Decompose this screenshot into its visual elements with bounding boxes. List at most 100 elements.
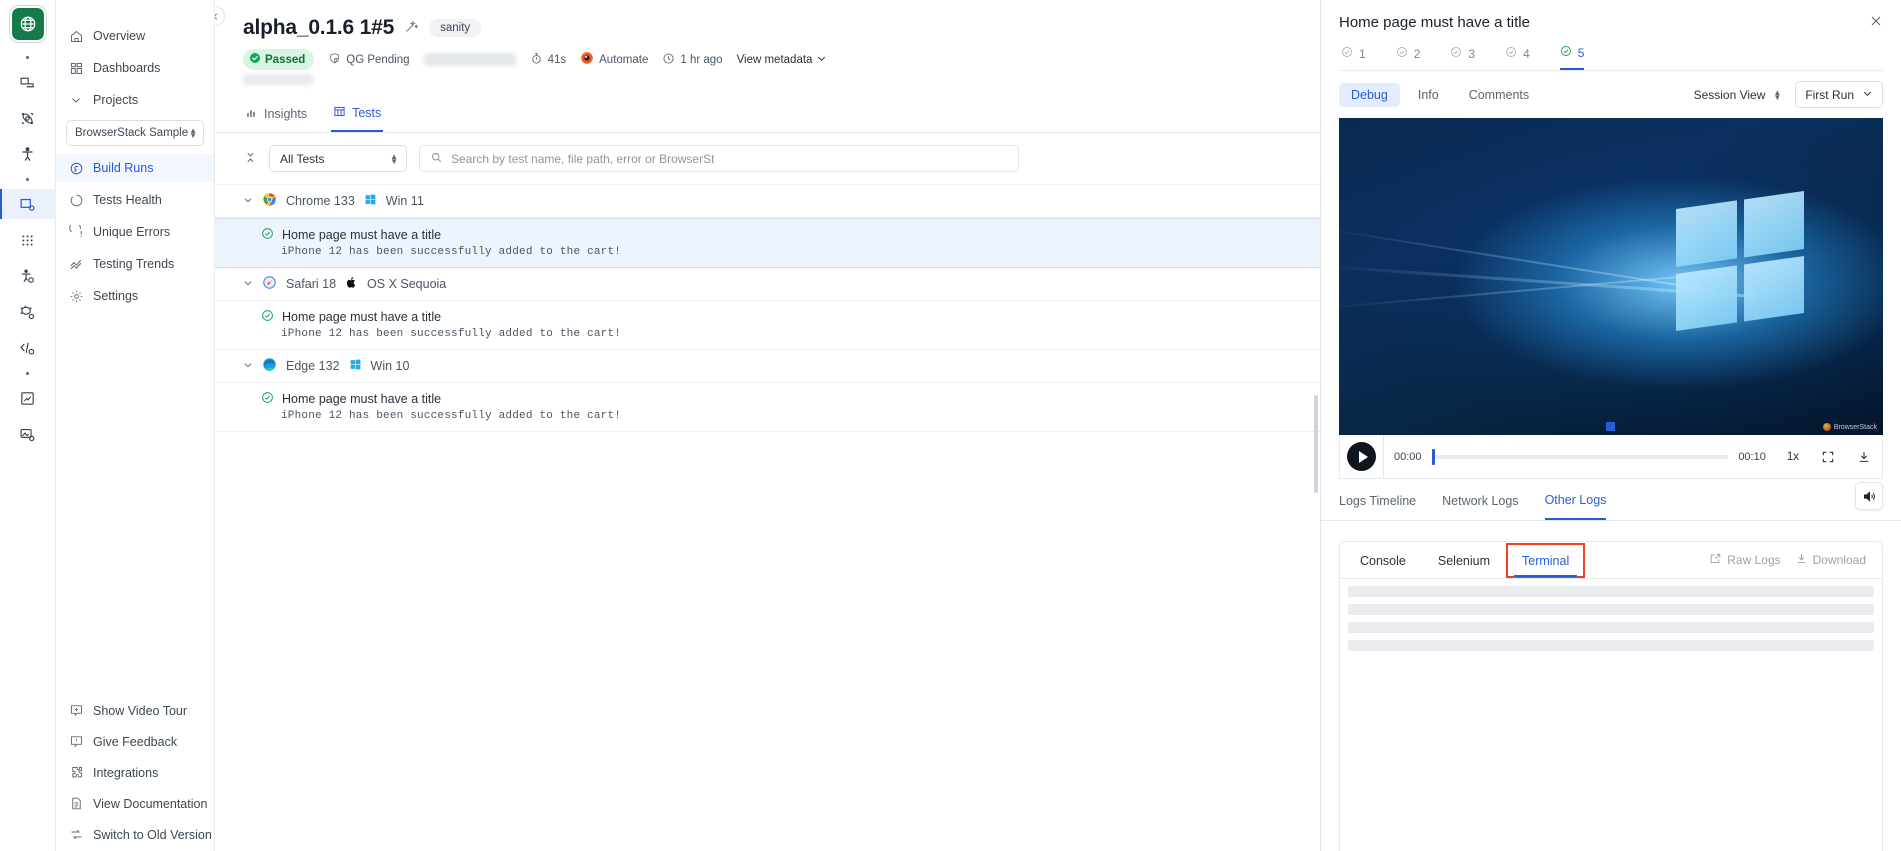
table-row[interactable]: Home page must have a title iPhone 12 ha… — [215, 383, 1320, 432]
playback-speed-button[interactable]: 1x — [1776, 451, 1810, 463]
rail-item-test-observability[interactable] — [0, 189, 56, 219]
chevron-down-icon[interactable] — [243, 278, 253, 291]
view-metadata-button[interactable]: View metadata — [737, 53, 828, 67]
tab-tests[interactable]: Tests — [331, 99, 384, 132]
current-time: 00:00 — [1394, 450, 1422, 463]
sidebar-item-build-runs[interactable]: Build Runs — [56, 154, 214, 182]
rail-item-test-management[interactable] — [6, 297, 50, 327]
sidebar-bottom-group: Show Video Tour Give Feedback Integratio… — [56, 694, 214, 851]
quality-gate-status[interactable]: QG Pending — [328, 52, 410, 68]
build-tabs: Insights Tests — [215, 99, 1320, 133]
browser-name: Chrome 133 — [286, 194, 355, 208]
rail-item-grid[interactable] — [6, 225, 50, 255]
sidebar-item-show-video-tour[interactable]: Show Video Tour — [56, 696, 214, 725]
rail-item-device[interactable] — [6, 67, 50, 97]
build-tag[interactable]: sanity — [429, 19, 482, 37]
close-icon[interactable] — [1869, 14, 1883, 31]
search-input[interactable]: Search by test name, file path, error or… — [419, 145, 1019, 172]
tab-comments[interactable]: Comments — [1457, 83, 1541, 107]
test-filter-select[interactable]: All Tests ▲ ▼ — [269, 145, 407, 172]
insights-bar-icon — [245, 106, 258, 122]
tab-label: Tests — [352, 106, 382, 120]
run-tab-5[interactable]: 5 — [1559, 45, 1585, 70]
sidebar-item-give-feedback[interactable]: Give Feedback — [56, 727, 214, 756]
run-tab-label: 5 — [1577, 45, 1585, 60]
chrome-icon — [262, 192, 277, 210]
magic-wand-icon[interactable] — [404, 19, 419, 37]
session-view-toggle[interactable]: Session View ▲ ▼ — [1694, 88, 1782, 102]
chevron-down-icon[interactable] — [243, 360, 253, 373]
sidebar-item-dashboards[interactable]: Dashboards — [56, 54, 214, 82]
tab-console[interactable]: Console — [1346, 545, 1420, 576]
browserstack-logo-icon[interactable] — [11, 8, 44, 40]
panel-title-row: Home page must have a title — [1339, 14, 1883, 31]
scrollbar[interactable] — [1314, 395, 1318, 493]
icon-rail — [0, 0, 56, 851]
tab-label: Debug — [1351, 87, 1388, 102]
run-attempt-tabs: 1 2 3 4 5 — [1339, 45, 1883, 71]
seek-handle[interactable] — [1431, 448, 1435, 465]
run-tab-1[interactable]: 1 — [1341, 45, 1366, 70]
run-tab-label: 1 — [1359, 46, 1366, 61]
table-row[interactable]: Home page must have a title iPhone 12 ha… — [215, 301, 1320, 350]
tab-insights[interactable]: Insights — [243, 99, 309, 132]
tab-info[interactable]: Info — [1406, 83, 1451, 107]
sidebar-item-testing-trends[interactable]: Testing Trends — [56, 250, 214, 278]
sidebar-item-tests-health[interactable]: Tests Health — [56, 186, 214, 214]
seek-bar[interactable] — [1431, 448, 1729, 465]
rail-item-reports[interactable] — [6, 383, 50, 413]
chevron-down-icon[interactable] — [243, 195, 253, 208]
tab-debug[interactable]: Debug — [1339, 82, 1400, 107]
rail-item-code-quality[interactable] — [6, 333, 50, 363]
rail-item-accessibility-settings[interactable] — [6, 261, 50, 291]
run-tab-2[interactable]: 2 — [1396, 45, 1420, 70]
rail-item-image-settings[interactable] — [6, 419, 50, 449]
sidebar-item-settings[interactable]: Settings — [56, 282, 214, 310]
sidebar-item-projects[interactable]: Projects — [56, 86, 214, 114]
download-icon[interactable] — [1846, 450, 1882, 464]
sidebar-item-label: Tests Health — [93, 193, 162, 207]
os-name: Win 11 — [385, 194, 424, 208]
dashboard-icon — [68, 60, 84, 76]
rail-item-app-automate[interactable] — [6, 103, 50, 133]
app-root: Overview Dashboards Projects BrowserStac… — [0, 0, 1901, 851]
browser-group-header[interactable]: Safari 18 OS X Sequoia — [215, 268, 1320, 301]
run-select[interactable]: First Run — [1795, 81, 1883, 108]
fullscreen-icon[interactable] — [1810, 450, 1846, 464]
run-tab-4[interactable]: 4 — [1505, 45, 1530, 70]
tab-logs-timeline[interactable]: Logs Timeline — [1339, 494, 1416, 519]
session-controls: Session View ▲ ▼ First Run — [1694, 81, 1883, 108]
download-label: Download — [1812, 553, 1866, 567]
sidebar-item-label: View Documentation — [93, 796, 208, 811]
status-badge: Passed — [243, 49, 315, 70]
sidebar-item-overview[interactable]: Overview — [56, 22, 214, 50]
browserstack-icon — [580, 51, 594, 68]
quality-gate-label: QG Pending — [346, 53, 410, 66]
browser-group-header[interactable]: Chrome 133 Win 11 — [215, 185, 1320, 218]
table-row[interactable]: Home page must have a title iPhone 12 ha… — [215, 218, 1320, 268]
sound-icon[interactable] — [1855, 482, 1883, 510]
sidebar-item-unique-errors[interactable]: Unique Errors — [56, 218, 214, 246]
sidebar-item-integrations[interactable]: Integrations — [56, 758, 214, 787]
build-detail-column: alpha_0.1.6 1#5 sanity Passed QG Pending… — [215, 0, 1320, 851]
tab-network-logs[interactable]: Network Logs — [1442, 494, 1518, 519]
raw-logs-button[interactable]: Raw Logs — [1705, 552, 1784, 568]
total-time: 00:10 — [1738, 450, 1766, 463]
collapse-rows-icon[interactable] — [243, 151, 257, 167]
sidebar-item-switch-to-old-version[interactable]: Switch to Old Version — [56, 820, 214, 849]
tab-other-logs[interactable]: Other Logs — [1544, 493, 1607, 520]
tab-label: Terminal — [1522, 553, 1570, 568]
rail-item-accessibility[interactable] — [6, 139, 50, 169]
check-circle-icon — [261, 227, 274, 243]
build-duration-label: 41s — [547, 53, 567, 66]
project-selector[interactable]: BrowserStack Sample ▲ ▼ — [66, 120, 204, 146]
sidebar-item-view-documentation[interactable]: View Documentation — [56, 789, 214, 818]
play-button[interactable] — [1340, 434, 1384, 479]
download-logs-button[interactable]: Download — [1791, 552, 1870, 568]
browser-group-header[interactable]: Edge 132 Win 10 — [215, 350, 1320, 383]
tab-terminal[interactable]: Terminal — [1505, 542, 1586, 578]
run-tab-3[interactable]: 3 — [1450, 45, 1475, 70]
check-circle-icon — [261, 309, 274, 325]
session-video[interactable]: BrowserStack — [1339, 118, 1883, 435]
tab-selenium[interactable]: Selenium — [1424, 545, 1504, 576]
